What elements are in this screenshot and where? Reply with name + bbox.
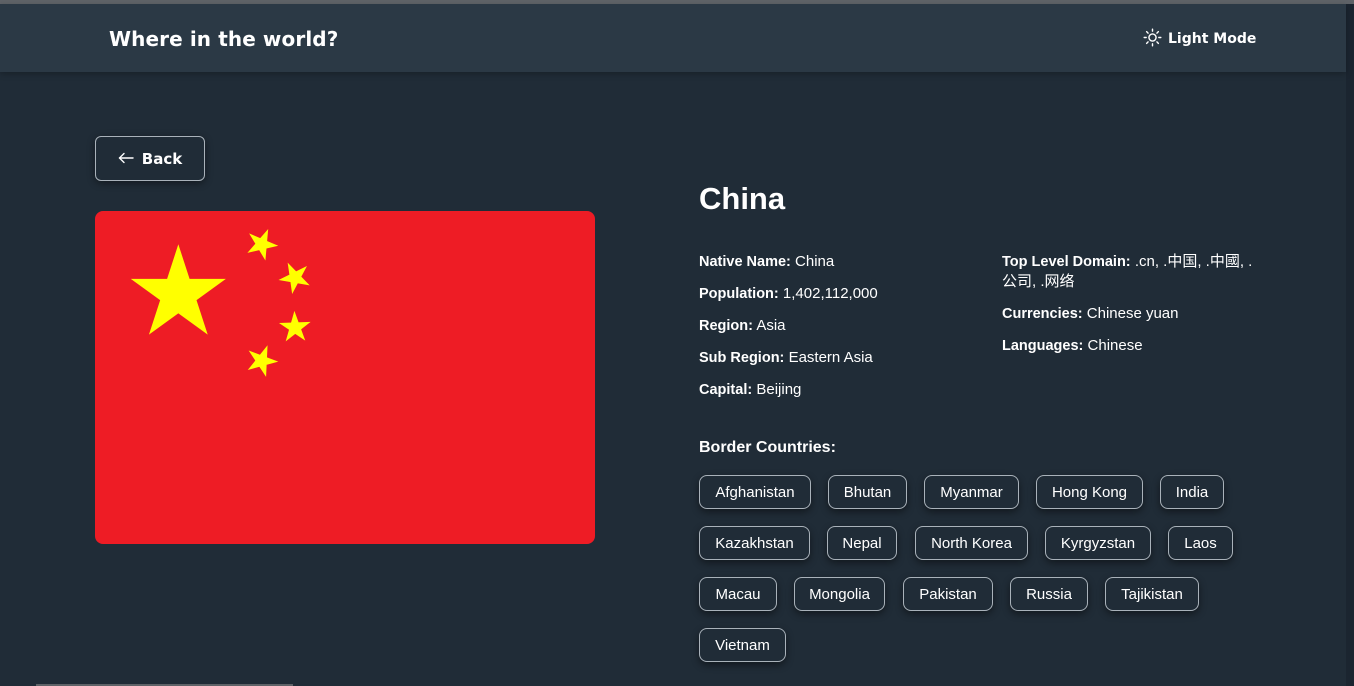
border-country-chip[interactable]: Kyrgyzstan [1045, 526, 1151, 560]
app-header: Where in the world? Light Mode [0, 4, 1346, 72]
country-name-heading: China [699, 181, 786, 216]
scrollbar-track[interactable] [1346, 4, 1354, 686]
border-country-chip[interactable]: Kazakhstan [699, 526, 810, 560]
border-country-chip[interactable]: Mongolia [794, 577, 885, 611]
border-country-chip[interactable]: Hong Kong [1036, 475, 1143, 509]
border-countries-title: Border Countries: [699, 439, 836, 456]
border-country-chip[interactable]: Tajikistan [1105, 577, 1199, 611]
detail-value: Beijing [756, 381, 802, 398]
back-button[interactable]: Back [95, 136, 205, 181]
region-row: Region: Asia [699, 316, 979, 336]
back-button-label: Back [141, 149, 183, 168]
arrow-left-icon [118, 150, 134, 168]
detail-label: Sub Region: [699, 350, 785, 366]
detail-value: Asia [756, 317, 786, 334]
detail-label: Native Name: [699, 254, 791, 270]
country-flag-image [95, 211, 595, 544]
details-secondary: Top Level Domain: .cn, .中国, .中國, .公司, .网… [1002, 252, 1267, 368]
detail-label: Top Level Domain: [1002, 254, 1131, 270]
border-country-chip[interactable]: Myanmar [924, 475, 1019, 509]
sun-icon [1143, 27, 1162, 51]
theme-toggle-button[interactable]: Light Mode [1143, 27, 1257, 51]
detail-label: Region: [699, 318, 753, 334]
sub-region-row: Sub Region: Eastern Asia [699, 348, 979, 368]
border-country-chip[interactable]: North Korea [915, 526, 1028, 560]
border-country-chip[interactable]: Nepal [827, 526, 897, 560]
detail-value: China [795, 253, 835, 270]
border-country-chip[interactable]: India [1160, 475, 1224, 509]
app-title: Where in the world? [109, 27, 339, 51]
currencies-row: Currencies: Chinese yuan [1002, 304, 1267, 324]
border-country-chip[interactable]: Afghanistan [699, 475, 811, 509]
theme-toggle-label: Light Mode [1168, 31, 1257, 47]
detail-label: Languages: [1002, 338, 1084, 354]
detail-value: Eastern Asia [788, 349, 873, 366]
border-country-chip[interactable]: Russia [1010, 577, 1088, 611]
border-country-chip[interactable]: Macau [699, 577, 777, 611]
population-row: Population: 1,402,112,000 [699, 284, 979, 304]
detail-label: Population: [699, 286, 779, 302]
capital-row: Capital: Beijing [699, 380, 979, 400]
detail-label: Capital: [699, 382, 753, 398]
details-primary: Native Name: China Population: 1,402,112… [699, 252, 979, 412]
detail-value: Chinese [1087, 337, 1143, 354]
border-country-chip[interactable]: Bhutan [828, 475, 907, 509]
native-name-row: Native Name: China [699, 252, 979, 272]
detail-label: Currencies: [1002, 306, 1083, 322]
detail-value: 1,402,112,000 [782, 285, 878, 302]
top-level-domain-row: Top Level Domain: .cn, .中国, .中國, .公司, .网… [1002, 252, 1267, 292]
border-country-chip[interactable]: Vietnam [699, 628, 786, 662]
languages-row: Languages: Chinese [1002, 336, 1267, 356]
detail-value: Chinese yuan [1086, 305, 1179, 322]
border-country-chip[interactable]: Pakistan [903, 577, 993, 611]
border-country-chip[interactable]: Laos [1168, 526, 1233, 560]
